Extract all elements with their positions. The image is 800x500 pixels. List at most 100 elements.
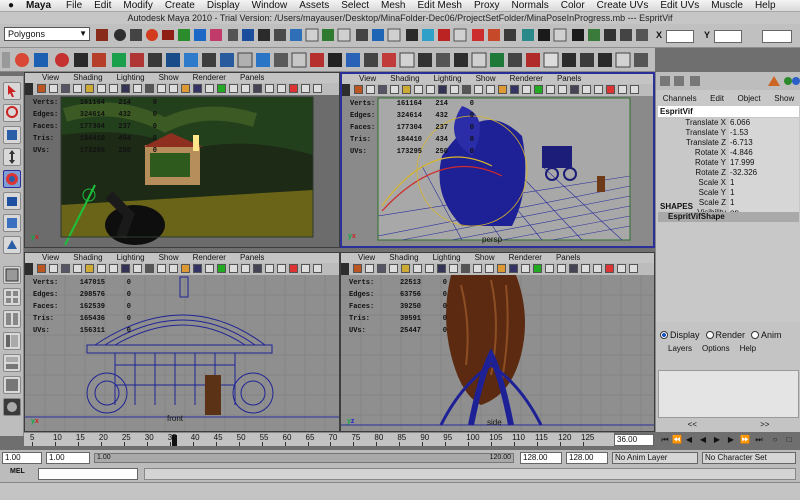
vp-menu-shading[interactable]: Shading [66, 73, 109, 83]
step-back-icon[interactable]: ⏪ [672, 434, 682, 445]
vp-menu-view[interactable]: View [351, 253, 382, 263]
vp-menu-lighting[interactable]: Lighting [110, 73, 152, 83]
layer-list[interactable] [658, 370, 799, 418]
manipulator-tool-icon[interactable] [3, 214, 21, 232]
layer-next-button[interactable]: >> [760, 420, 769, 432]
menu-set-dropdown[interactable]: Polygons ▼ [4, 27, 90, 41]
attr-row[interactable]: Rotate Y 17.999 [656, 158, 800, 168]
layer-tab-anim[interactable]: Anim [751, 330, 782, 340]
rotate-tool-icon[interactable] [3, 170, 21, 188]
vp-menu-view[interactable]: View [35, 253, 66, 263]
layer-tab-display[interactable]: Display [660, 330, 700, 340]
vp-menu-lighting[interactable]: Lighting [427, 74, 469, 84]
last-tool-icon[interactable] [3, 236, 21, 254]
menu-color[interactable]: Color [555, 0, 591, 11]
layout-hypershade-icon[interactable] [3, 376, 21, 394]
go-to-end-icon[interactable]: ⏭ [754, 434, 764, 445]
attr-row[interactable]: Translate X 6.066 [656, 118, 800, 128]
viewport-persp-left[interactable]: View Shading Lighting Show Renderer Pane… [24, 72, 340, 248]
end-time-field[interactable]: 128.00 [566, 452, 608, 464]
layout-two-icon[interactable] [3, 310, 21, 328]
menu-assets[interactable]: Assets [293, 0, 335, 11]
anim-start-field[interactable]: 1.00 [46, 452, 90, 464]
channel-box-object-name[interactable]: EspritVif [658, 106, 799, 117]
select-tool-icon[interactable] [3, 82, 21, 100]
layer-menu-layers[interactable]: Layers [668, 344, 692, 353]
x-field[interactable] [666, 30, 694, 43]
time-slider[interactable]: 5101520253035404550556065707580859095100… [24, 432, 614, 446]
menu-help[interactable]: Help [749, 0, 782, 11]
viewport-persp-right[interactable]: View Shading Lighting Show Renderer Pane… [340, 72, 655, 248]
app-menu[interactable]: Maya [22, 0, 60, 11]
paint-select-tool-icon[interactable] [3, 126, 21, 144]
menu-edit-mesh[interactable]: Edit Mesh [411, 0, 467, 11]
next-key-icon[interactable]: ▶ [726, 434, 736, 445]
menu-create[interactable]: Create [159, 0, 201, 11]
vp-menu-panels[interactable]: Panels [550, 74, 588, 84]
character-set-dropdown[interactable]: No Character Set [702, 452, 796, 464]
play-forward-icon[interactable]: ▶ [712, 434, 722, 445]
layer-menu-help[interactable]: Help [740, 344, 756, 353]
menu-file[interactable]: File [60, 0, 88, 11]
menu-window[interactable]: Window [246, 0, 294, 11]
step-forward-icon[interactable]: ⏩ [740, 434, 750, 445]
vp-menu-lighting[interactable]: Lighting [110, 253, 152, 263]
viewport-toolbar[interactable] [341, 263, 654, 275]
cb-menu-edit[interactable]: Edit [710, 94, 724, 105]
attr-row[interactable]: Scale X1 [656, 178, 800, 188]
auto-key-icon[interactable]: ○ [770, 434, 780, 445]
vp-menu-shading[interactable]: Shading [66, 253, 109, 263]
cb-menu-show[interactable]: Show [774, 94, 794, 105]
vp-menu-show[interactable]: Show [152, 253, 186, 263]
start-time-field[interactable]: 1.00 [2, 452, 42, 464]
attr-row[interactable]: Rotate Z -32.326 [656, 168, 800, 178]
vp-menu-show[interactable]: Show [152, 73, 186, 83]
vp-menu-view[interactable]: View [352, 74, 383, 84]
current-time-marker[interactable] [172, 435, 178, 446]
vp-menu-renderer[interactable]: Renderer [186, 73, 233, 83]
menu-display[interactable]: Display [201, 0, 246, 11]
layout-outliner-icon[interactable] [3, 332, 21, 350]
cb-menu-object[interactable]: Object [738, 94, 761, 105]
layout-single-icon[interactable] [3, 266, 21, 284]
anim-prefs-icon[interactable]: □ [784, 434, 794, 445]
viewport-front[interactable]: View Shading Lighting Show Renderer Pane… [24, 252, 340, 432]
shape-node[interactable]: EspritVifShape [658, 212, 799, 222]
layer-tab-render[interactable]: Render [705, 330, 745, 340]
vp-menu-renderer[interactable]: Renderer [503, 74, 550, 84]
layout-render-icon[interactable] [3, 398, 21, 416]
vp-menu-panels[interactable]: Panels [549, 253, 587, 263]
vp-menu-panels[interactable]: Panels [233, 253, 271, 263]
menu-edit-uvs[interactable]: Edit UVs [654, 0, 705, 11]
layer-prev-button[interactable]: << [688, 420, 697, 432]
layout-graph-icon[interactable] [3, 354, 21, 372]
menu-mesh[interactable]: Mesh [375, 0, 411, 11]
menu-select[interactable]: Select [335, 0, 375, 11]
cb-menu-channels[interactable]: Channels [663, 94, 697, 105]
attr-row[interactable]: Translate Y -1.53 [656, 128, 800, 138]
attr-row[interactable]: Rotate X -4.846 [656, 148, 800, 158]
move-tool-icon[interactable] [3, 148, 21, 166]
lasso-tool-icon[interactable] [3, 104, 21, 122]
anim-layer-dropdown[interactable]: No Anim Layer [612, 452, 698, 464]
viewport-toolbar[interactable] [342, 84, 653, 96]
command-input[interactable] [38, 468, 138, 480]
attr-row[interactable]: Translate Z -6.713 [656, 138, 800, 148]
attr-row[interactable]: Scale Y1 [656, 188, 800, 198]
channel-box-toolbar[interactable] [656, 72, 800, 90]
menu-modify[interactable]: Modify [117, 0, 158, 11]
vp-menu-view[interactable]: View [35, 73, 66, 83]
y-field[interactable] [714, 30, 742, 43]
command-language-label[interactable]: MEL [10, 468, 25, 475]
vp-menu-lighting[interactable]: Lighting [426, 253, 468, 263]
menu-normals[interactable]: Normals [506, 0, 555, 11]
anim-end-field[interactable]: 128.00 [520, 452, 562, 464]
play-backward-icon[interactable]: ◀ [698, 434, 708, 445]
menu-create-uvs[interactable]: Create UVs [591, 0, 655, 11]
shelf-icons[interactable] [0, 48, 655, 72]
go-to-start-icon[interactable]: ⏮ [660, 434, 670, 445]
range-bar[interactable]: 1.00 120.00 [94, 453, 514, 463]
status-line-icons[interactable] [94, 26, 654, 46]
layer-menu-options[interactable]: Options [702, 344, 730, 353]
menu-proxy[interactable]: Proxy [468, 0, 506, 11]
